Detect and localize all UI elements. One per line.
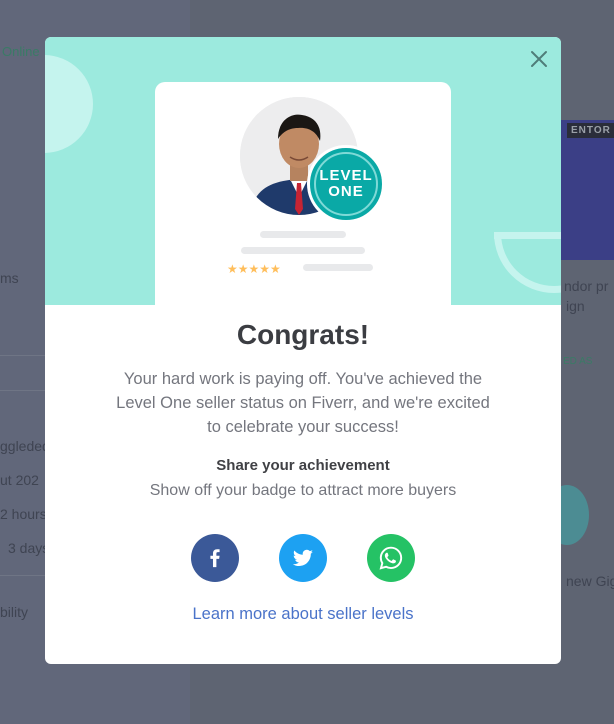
learn-more-link[interactable]: Learn more about seller levels [45,605,561,624]
divider [0,575,45,576]
bg-text: ign [566,298,585,314]
decorative-line [494,232,561,239]
bg-text: 2 hours [0,506,47,522]
bg-text: ED AS [563,356,593,367]
share-title: Share your achievement [216,457,390,474]
modal-header: LEVEL ONE ★★★★★ [45,37,561,305]
seller-badge-card: LEVEL ONE ★★★★★ [155,82,451,305]
placeholder-line [303,264,373,271]
share-whatsapp-button[interactable] [367,534,415,582]
congrats-modal: LEVEL ONE ★★★★★ Congrats! Your hard work… [45,37,561,664]
bg-text: ggleded [0,438,50,454]
bg-online-status: Online [2,44,40,59]
divider [0,390,45,391]
rating-stars-icon: ★★★★★ [227,262,281,276]
bg-text: ndor pr [564,278,609,294]
level-badge-line1: LEVEL [319,167,373,184]
share-subtitle: Show off your badge to attract more buye… [149,482,457,499]
bg-thumb-tag: ENTOR [567,123,614,138]
placeholder-line [241,247,365,254]
close-button[interactable] [527,47,551,71]
whatsapp-icon [379,546,403,570]
bg-text: bility [0,604,29,620]
facebook-icon [210,549,220,568]
bg-text: ut 202 [0,472,39,488]
share-facebook-button[interactable] [191,534,239,582]
close-icon [531,51,547,67]
bg-gig-thumbnail: ENTOR [561,120,614,260]
bg-text: new Gig [566,573,614,589]
bg-text: 3 days [8,540,50,556]
modal-message: Your hard work is paying off. You've ach… [116,370,490,436]
decorative-circle [45,55,93,153]
bg-text: ms [0,270,19,286]
level-one-badge: LEVEL ONE [307,145,385,223]
divider [0,355,45,356]
modal-title: Congrats! [236,319,370,350]
level-badge-ring: LEVEL ONE [314,152,378,216]
share-twitter-button[interactable] [279,534,327,582]
level-badge-line2: ONE [328,183,364,200]
twitter-icon [292,549,313,566]
placeholder-line [260,231,346,238]
